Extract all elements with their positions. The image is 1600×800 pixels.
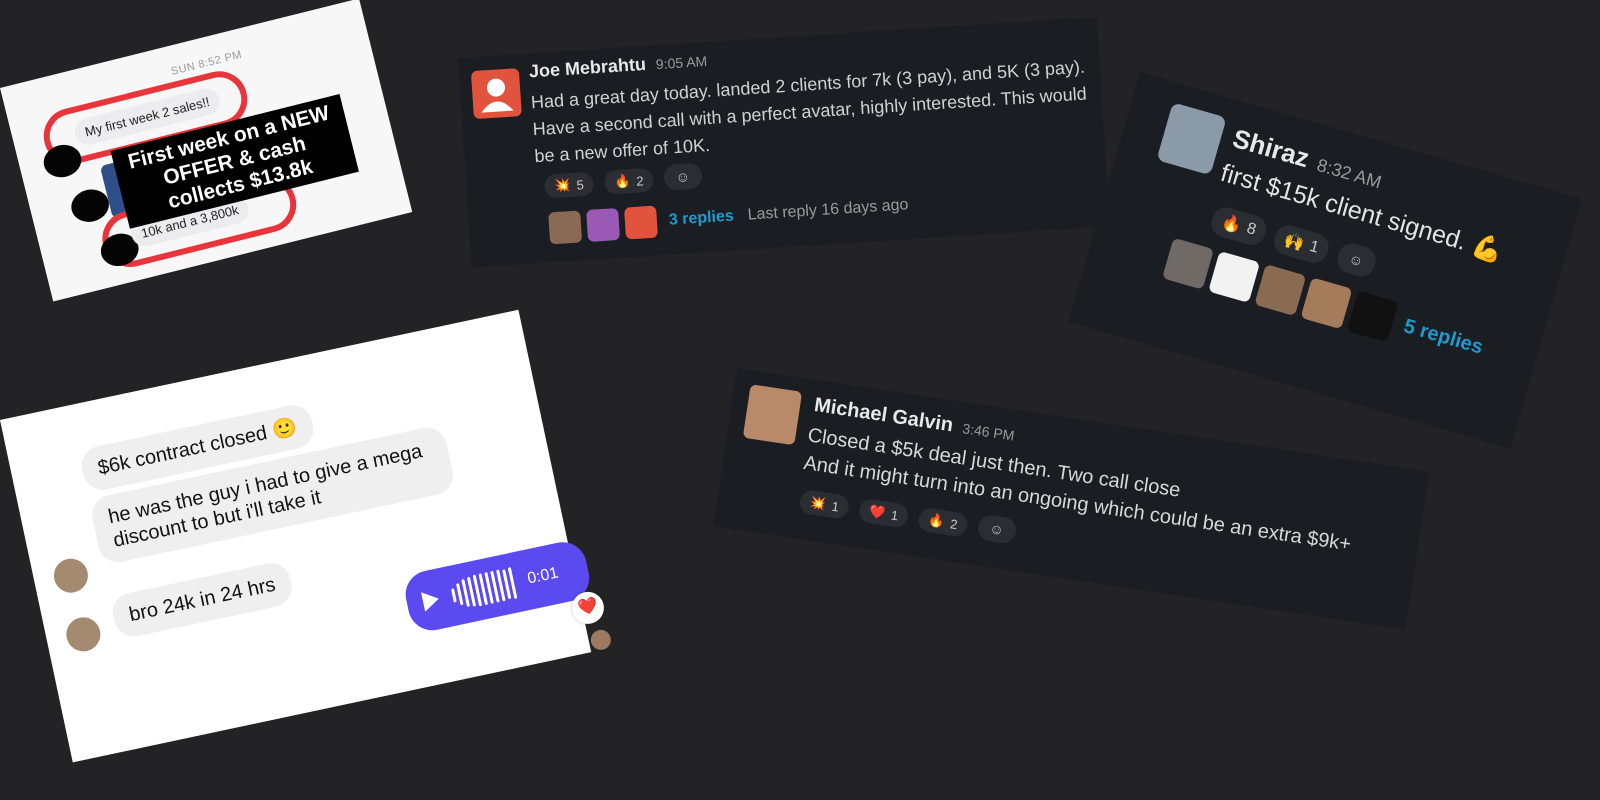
reaction-fire[interactable]: 🔥 2 — [916, 506, 970, 538]
avatar — [548, 210, 583, 245]
voice-message[interactable]: 0:01 — [401, 537, 594, 635]
slack-message-shiraz: Shiraz8:32 AM first $15k client signed. … — [1068, 72, 1583, 449]
dm-screenshot: $6k contract closed 🙂 he was the guy i h… — [0, 309, 613, 763]
imessage-screenshot: SUN 8:52 PM My first week 2 sales!! 10k … — [0, 0, 413, 302]
reaction-fire[interactable]: 🔥 8 — [1208, 204, 1270, 249]
avatar — [1208, 250, 1261, 303]
avatar — [1254, 264, 1307, 317]
add-reaction-icon[interactable]: ☺ — [975, 513, 1018, 545]
avatar — [1346, 290, 1399, 343]
avatar — [624, 205, 658, 240]
message-time[interactable]: 9:05 AM — [655, 53, 707, 72]
reaction-raised-hands[interactable]: 🙌 1 — [1271, 222, 1332, 267]
reaction-collision[interactable]: 💥 5 — [543, 171, 595, 199]
message-time[interactable]: 3:46 PM — [961, 420, 1015, 444]
play-icon[interactable] — [421, 588, 441, 612]
thread-replies[interactable]: 3 replies Last reply 16 days ago — [548, 189, 909, 245]
avatar[interactable] — [470, 68, 522, 120]
reaction-fire[interactable]: 🔥 2 — [603, 167, 655, 195]
author-name[interactable]: Joe Mebrahtu — [528, 54, 646, 82]
replies-link[interactable]: 5 replies — [1401, 315, 1485, 359]
add-reaction-icon[interactable]: ☺ — [663, 162, 703, 191]
avatar[interactable] — [742, 384, 803, 446]
slack-message-michael: Michael Galvin 3:46 PM Closed a $5k deal … — [713, 368, 1430, 630]
message-bubble: bro 24k in 24 hrs — [109, 559, 296, 641]
reaction-heart[interactable]: ❤️ 1 — [857, 497, 910, 529]
reaction-collision[interactable]: 💥 1 — [798, 488, 851, 520]
avatar — [588, 628, 613, 652]
avatar — [63, 614, 104, 655]
voice-duration: 0:01 — [525, 564, 560, 588]
avatar — [50, 555, 92, 596]
replies-link[interactable]: 3 replies — [668, 208, 734, 230]
slack-message-joe: Joe Mebrahtu 9:05 AM Had a great day toda… — [458, 16, 1111, 268]
user-icon — [481, 78, 514, 113]
avatar[interactable] — [1156, 102, 1227, 176]
last-reply: Last reply 16 days ago — [747, 196, 909, 224]
message-text: Closed a $5k deal just then. Two call cl… — [802, 421, 1423, 568]
avatar — [586, 207, 621, 242]
avatar — [1162, 237, 1215, 290]
add-reaction-icon[interactable]: ☺ — [1333, 240, 1379, 280]
waveform-icon — [449, 567, 518, 611]
avatar — [1300, 277, 1353, 330]
